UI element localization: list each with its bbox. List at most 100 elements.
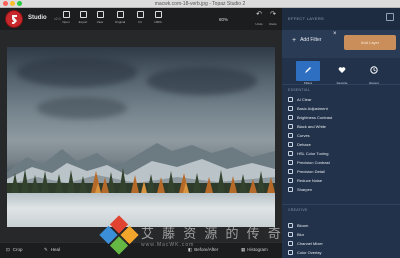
filter-item-label: Precision Contrast — [297, 160, 330, 165]
filter-item-hsl-color-tuning[interactable]: HSL Color Tuning — [288, 149, 328, 158]
filter-item-precision-detail[interactable]: Precision Detail — [288, 167, 325, 176]
reduce-noise-icon — [288, 178, 293, 184]
sharpen-icon — [288, 187, 293, 193]
redo-icon: ↷ — [270, 11, 276, 18]
effect-layers-panel: EFFECT LAYERS + Add Filter × Add Layer Fi… — [282, 8, 400, 258]
creative-section-title: CREATIVE — [288, 208, 308, 212]
folder-icon — [62, 11, 70, 18]
fit-button[interactable]: Fit — [132, 11, 148, 28]
add-filter-button[interactable]: + Add Filter — [292, 37, 322, 44]
filter-item-precision-contrast[interactable]: Precision Contrast — [288, 158, 330, 167]
filter-item-black-and-white[interactable]: Black and White — [288, 122, 326, 131]
filter-item-channel-mixer[interactable]: Channel Mixer — [288, 239, 323, 248]
undo-button[interactable]: ↶ Undo — [252, 11, 266, 28]
zoom-level[interactable]: 80% — [219, 17, 228, 22]
crop-icon: ⊡ — [6, 247, 10, 252]
heal-label: Heal — [50, 247, 61, 252]
heal-button[interactable]: ✎ Heal — [44, 247, 60, 253]
curves-icon — [288, 133, 293, 139]
original-button[interactable]: Original — [112, 11, 128, 28]
redo-label: Redo — [269, 22, 277, 26]
panel-header: EFFECT LAYERS — [282, 8, 400, 30]
filter-item-label: Dehaze — [297, 142, 311, 147]
actual-size-label: 100% — [154, 20, 162, 24]
app-window: macwk.com-18-verb.jpg - Topaz Studio 2 S… — [0, 0, 400, 258]
add-filter-label: Add Filter — [300, 37, 322, 43]
blur-icon — [288, 232, 293, 238]
filter-item-color-overlay[interactable]: Color Overlay — [288, 248, 321, 257]
photo-preview[interactable] — [7, 47, 275, 227]
filter-item-label: Curves — [297, 133, 310, 138]
dehaze-icon — [288, 142, 293, 148]
channel-mixer-icon — [288, 241, 293, 247]
essential-section-title: ESSENTIAL — [288, 88, 310, 92]
filter-item-blur[interactable]: Blur — [288, 230, 304, 239]
add-layer-button[interactable]: Add Layer — [344, 35, 396, 50]
undo-label: Undo — [255, 22, 263, 26]
view-icon — [96, 11, 104, 18]
window-title: macwk.com-18-verb.jpg - Topaz Studio 2 — [154, 1, 246, 7]
photo-cloud — [37, 97, 127, 119]
divider — [282, 204, 400, 205]
original-icon — [116, 11, 124, 18]
filter-item-reduce-noise[interactable]: Reduce Noise — [288, 176, 322, 185]
precision-detail-icon — [288, 169, 293, 175]
crop-button[interactable]: ⊡ Crop — [6, 247, 23, 253]
filter-item-ai-clear[interactable]: AI Clear — [288, 95, 311, 104]
main-toolbar: Studio v2.0 Open Export View Original Fi… — [0, 8, 282, 30]
redo-button[interactable]: ↷ Redo — [266, 11, 280, 28]
filter-item-brightness-contrast[interactable]: Brightness Contrast — [288, 113, 332, 122]
export-label: Export — [78, 20, 88, 24]
open-button[interactable]: Open — [58, 11, 74, 28]
filter-item-bloom[interactable]: Bloom — [288, 221, 308, 230]
photo-cloud — [17, 57, 137, 87]
filter-item-label: Precision Detail — [297, 169, 325, 174]
ai-clear-icon — [288, 97, 293, 103]
filter-item-curves[interactable]: Curves — [288, 131, 310, 140]
export-button[interactable]: Export — [75, 11, 91, 28]
filter-item-label: Bloom — [297, 223, 309, 228]
filter-item-sharpen[interactable]: Sharpen — [288, 185, 312, 194]
app-name: Studio — [28, 15, 47, 21]
photo-cloud — [147, 67, 257, 95]
filter-tabs: Filters Favorite Recent — [282, 58, 400, 85]
fit-icon — [136, 11, 144, 18]
view-label: View — [96, 20, 104, 24]
filter-item-dehaze[interactable]: Dehaze — [288, 140, 311, 149]
plus-icon: + — [292, 37, 297, 44]
precision-contrast-icon — [288, 160, 293, 166]
hsl-icon — [288, 151, 293, 157]
watermark-logo — [99, 215, 139, 255]
filter-item-label: Blur — [297, 232, 305, 237]
filter-item-basic-adjustment[interactable]: Basic Adjustment — [288, 104, 328, 113]
layers-icon[interactable] — [386, 13, 394, 21]
filter-item-label: AI Clear — [297, 97, 312, 102]
filter-item-label: Channel Mixer — [297, 241, 323, 246]
filter-item-label: Color Overlay — [297, 250, 322, 255]
color-overlay-icon — [288, 250, 293, 256]
filter-item-label: Reduce Noise — [297, 178, 323, 183]
filter-item-label: HSL Color Tuning — [297, 151, 329, 156]
app-logo — [5, 10, 23, 28]
add-row: + Add Filter × Add Layer — [282, 30, 400, 58]
tab-recent[interactable]: Recent — [362, 61, 386, 85]
clock-icon — [370, 66, 378, 74]
filter-item-label: Basic Adjustment — [297, 106, 328, 111]
title-bar: macwk.com-18-verb.jpg - Topaz Studio 2 — [0, 0, 400, 8]
fit-label: Fit — [138, 20, 142, 24]
filter-item-label: Brightness Contrast — [297, 115, 333, 120]
filter-item-label: Black and White — [297, 124, 326, 129]
pen-icon — [305, 67, 311, 73]
black-and-white-icon — [288, 124, 293, 130]
filter-item-label: Sharpen — [297, 187, 313, 192]
watermark: 艾 藤 资 源 的 传 奇 www.MacWK.com — [99, 215, 281, 255]
divider — [282, 84, 400, 85]
tab-favorite[interactable]: Favorite — [330, 61, 354, 85]
tab-filters[interactable]: Filters — [296, 61, 320, 85]
heal-icon: ✎ — [44, 247, 48, 252]
actual-size-button[interactable]: 100% — [150, 11, 166, 28]
open-label: Open — [62, 20, 70, 24]
view-button[interactable]: View — [92, 11, 108, 28]
close-icon[interactable]: × — [333, 31, 337, 37]
original-label: Original — [114, 20, 126, 24]
